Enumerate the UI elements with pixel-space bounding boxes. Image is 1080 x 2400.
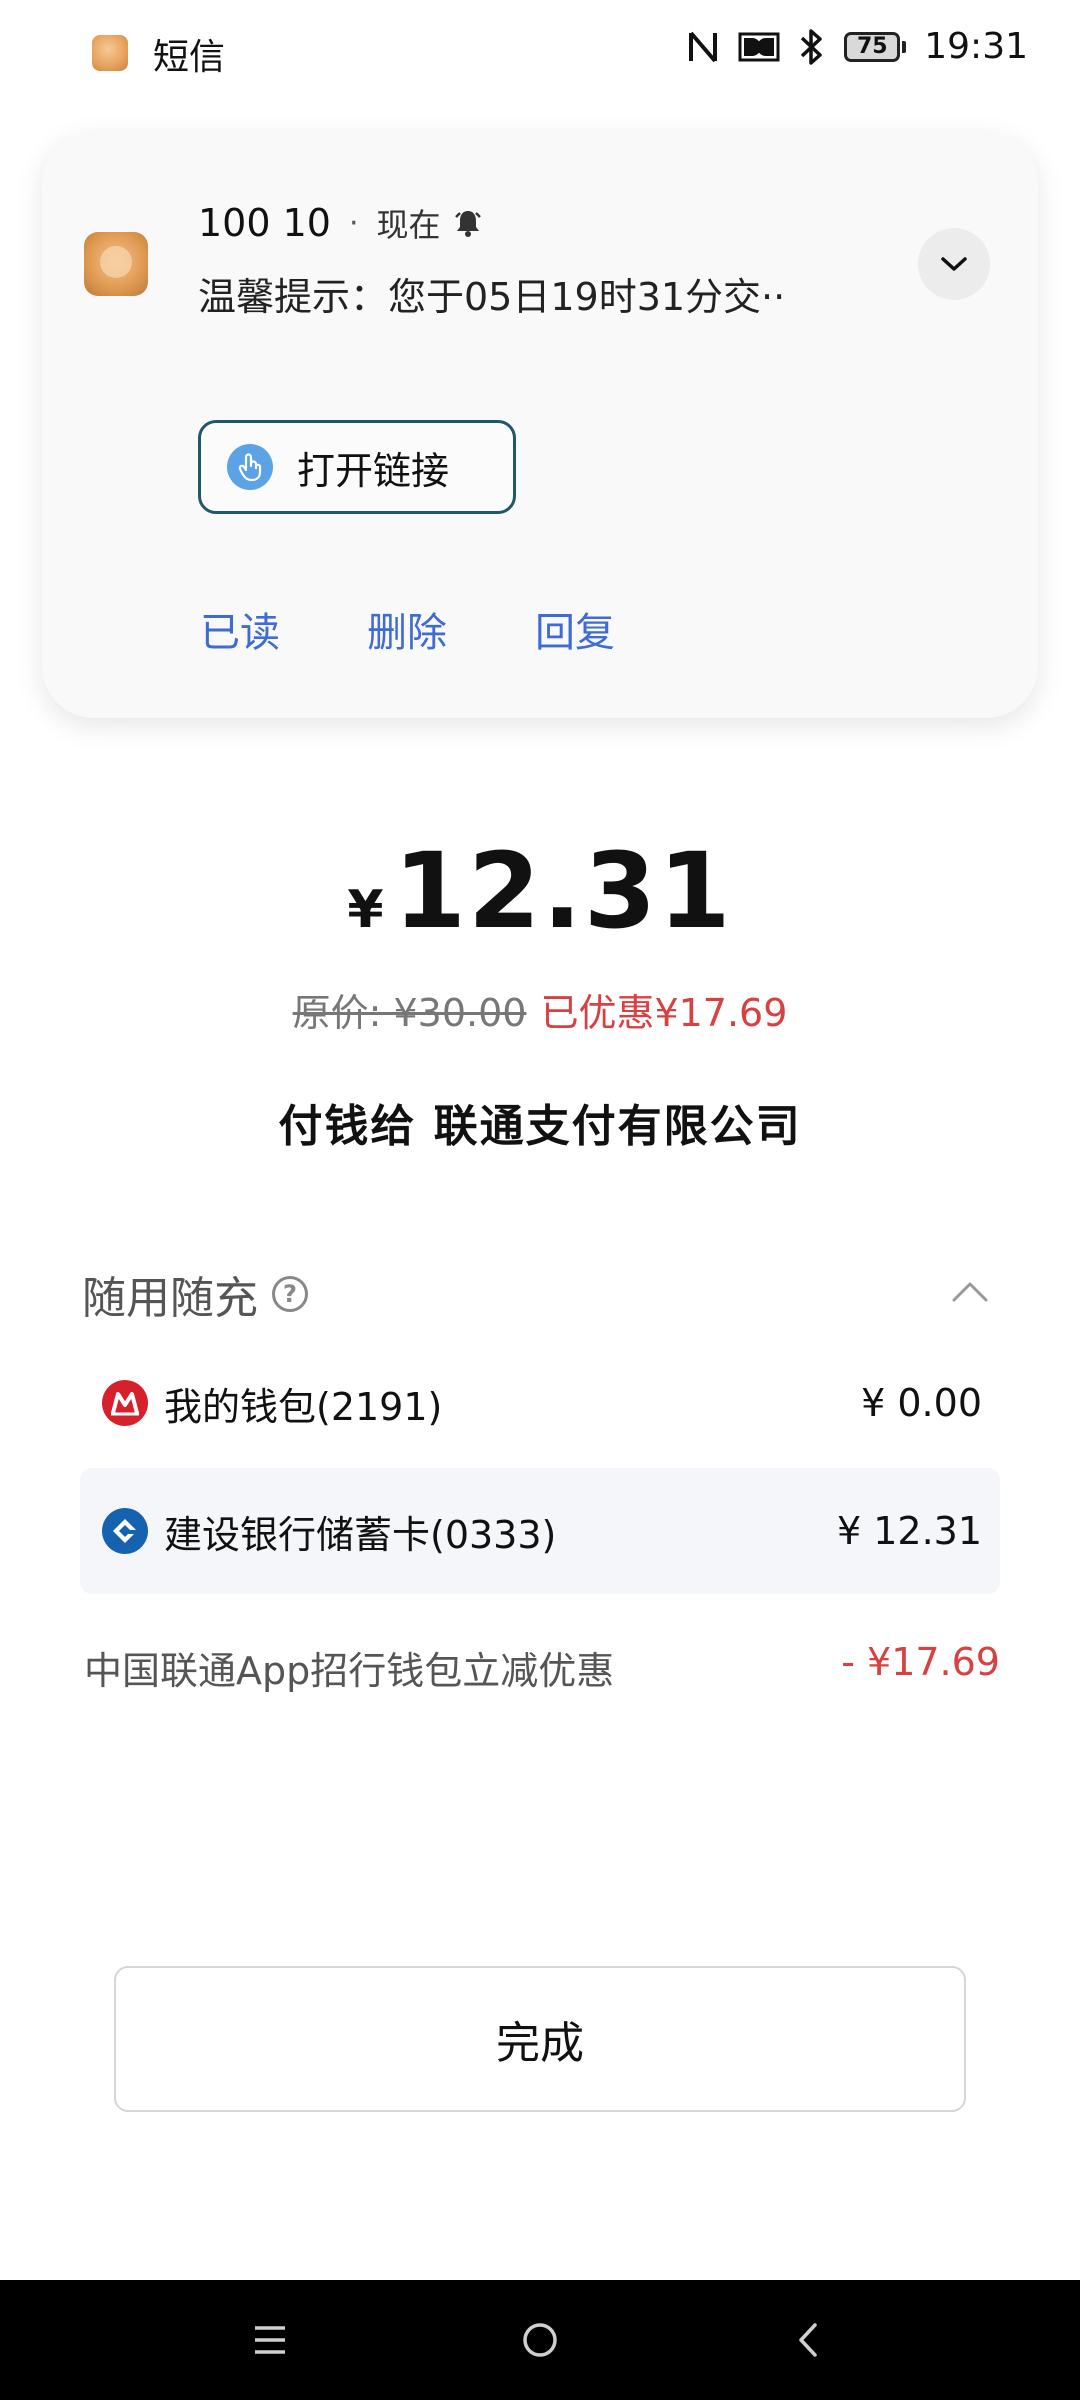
reply-action[interactable]: 回复 bbox=[535, 600, 615, 658]
discount-amount: 已优惠¥17.69 bbox=[540, 991, 788, 1035]
battery-icon: 75 bbox=[844, 31, 907, 62]
discount-info: 原价: ¥30.00 已优惠¥17.69 bbox=[0, 982, 1080, 1037]
done-button[interactable]: 完成 bbox=[114, 1966, 966, 2112]
notification-header: 100 10 · 现在 bbox=[198, 200, 483, 246]
chevron-down-icon bbox=[941, 257, 967, 271]
status-indicators: 75 19:31 bbox=[686, 26, 1028, 67]
open-link-label: 打开链接 bbox=[297, 448, 450, 493]
help-icon[interactable]: ? bbox=[272, 1276, 308, 1312]
notification-time: 现在 bbox=[376, 206, 441, 244]
dolby-icon bbox=[738, 32, 780, 61]
navigation-bar bbox=[0, 2280, 1080, 2400]
status-app-name: 短信 bbox=[153, 37, 226, 78]
open-link-button[interactable]: 打开链接 bbox=[198, 420, 516, 514]
wallet-amount: ¥ 0.00 bbox=[861, 1381, 982, 1425]
payment-method-title: 随用随充 ? bbox=[82, 1262, 308, 1326]
currency-symbol: ¥ bbox=[347, 880, 384, 940]
promo-amount: - ¥17.69 bbox=[841, 1640, 1000, 1684]
original-price: 原价: ¥30.00 bbox=[292, 991, 527, 1035]
expand-notification-button[interactable] bbox=[918, 228, 990, 300]
bank-card-label: 建设银行储蓄卡(0333) bbox=[164, 1512, 557, 1557]
nfc-icon bbox=[689, 31, 718, 62]
back-icon[interactable] bbox=[794, 2318, 822, 2362]
menu-icon[interactable] bbox=[252, 2318, 288, 2362]
home-icon[interactable] bbox=[520, 2318, 560, 2362]
cmb-logo-icon bbox=[102, 1380, 148, 1426]
payment-option-wallet[interactable]: 我的钱包(2191) ¥ 0.00 bbox=[80, 1362, 1000, 1444]
header-separator: · bbox=[348, 205, 359, 241]
delete-action[interactable]: 删除 bbox=[367, 600, 447, 658]
ccb-logo-icon bbox=[102, 1508, 148, 1554]
chevron-up-icon[interactable] bbox=[950, 1278, 990, 1304]
payment-amount: ¥ 12.31 bbox=[0, 830, 1080, 952]
bell-icon bbox=[454, 211, 481, 237]
payee-name: 付钱给 联通支付有限公司 bbox=[278, 1101, 802, 1152]
method-title-text: 随用随充 bbox=[82, 1273, 258, 1324]
payment-option-ccb-card[interactable]: 建设银行储蓄卡(0333) ¥ 12.31 bbox=[80, 1468, 1000, 1594]
wallet-label: 我的钱包(2191) bbox=[164, 1384, 443, 1429]
mark-read-action[interactable]: 已读 bbox=[200, 600, 280, 658]
pointer-hand-icon bbox=[227, 444, 273, 490]
promo-label: 中国联通App招行钱包立减优惠 bbox=[84, 1649, 615, 1693]
status-bar: 短信 75 19:31 bbox=[0, 0, 1080, 105]
bank-card-amount: ¥ 12.31 bbox=[836, 1509, 982, 1553]
notification-message: 温馨提示：您于05日19时31分交·· bbox=[198, 275, 786, 319]
promo-discount-row: 中国联通App招行钱包立减优惠 - ¥17.69 bbox=[84, 1640, 1000, 1695]
battery-level: 75 bbox=[844, 31, 901, 62]
clock: 19:31 bbox=[924, 26, 1028, 67]
notification-sender: 100 10 bbox=[198, 201, 331, 245]
bluetooth-icon bbox=[801, 28, 822, 65]
notification-app-icon bbox=[84, 232, 148, 296]
sms-app-icon bbox=[92, 35, 128, 71]
amount-value: 12.31 bbox=[393, 830, 733, 952]
